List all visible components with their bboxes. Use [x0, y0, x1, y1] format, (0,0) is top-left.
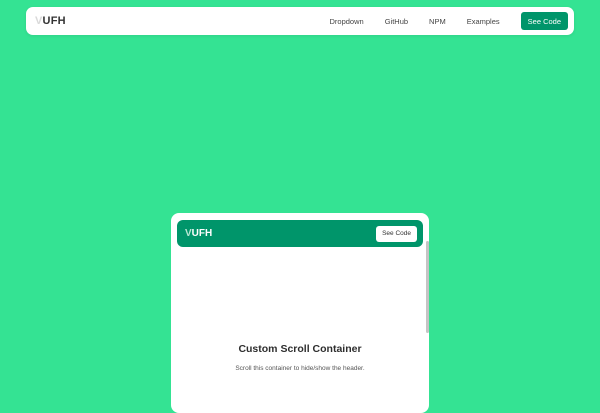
container-title: Custom Scroll Container	[238, 343, 362, 355]
see-code-button[interactable]: See Code	[520, 12, 568, 30]
container-scrollbar[interactable]	[426, 241, 429, 333]
nav-link-examples[interactable]: Examples	[467, 17, 500, 26]
container-logo-text: UFH	[191, 228, 213, 239]
top-navbar: V UFH Dropdown GitHub NPM Examples See C…	[26, 7, 574, 35]
logo-text: UFH	[42, 15, 66, 27]
container-subtitle: Scroll this container to hide/show the h…	[235, 365, 365, 372]
nav-link-dropdown[interactable]: Dropdown	[330, 17, 364, 26]
custom-scroll-container[interactable]: V UFH See Code Custom Scroll Container S…	[171, 213, 429, 413]
container-see-code-button[interactable]: See Code	[376, 225, 417, 242]
container-logo[interactable]: V UFH	[185, 228, 212, 239]
nav-links: Dropdown GitHub NPM Examples See Code	[330, 12, 568, 30]
container-header: V UFH See Code	[177, 220, 423, 247]
container-logo-letter-v: V	[185, 228, 192, 239]
logo-letter-v: V	[35, 15, 43, 27]
nav-link-github[interactable]: GitHub	[385, 17, 408, 26]
site-logo[interactable]: V UFH	[35, 15, 66, 27]
nav-link-npm[interactable]: NPM	[429, 17, 446, 26]
